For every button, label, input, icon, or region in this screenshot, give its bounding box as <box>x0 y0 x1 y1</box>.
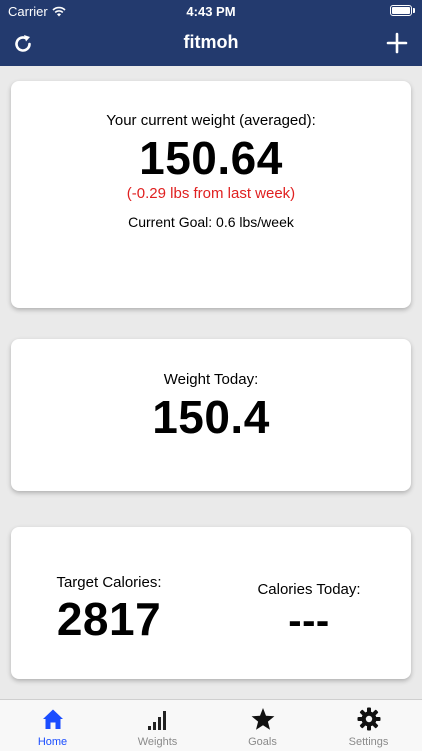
current-weight-label: Your current weight (averaged): <box>106 112 316 129</box>
weight-change-text: (-0.29 lbs from last week) <box>126 185 296 202</box>
tab-bar: Home Weights Goals Settings <box>0 699 422 751</box>
signal-bars-icon <box>147 711 166 730</box>
current-goal-text: Current Goal: 0.6 lbs/week <box>128 214 294 230</box>
weight-today-card: Weight Today: 150.4 <box>11 339 411 491</box>
tab-settings[interactable]: Settings <box>315 700 422 751</box>
tab-home-label: Home <box>37 736 68 748</box>
calories-today-section: Calories Today: --- <box>229 581 389 644</box>
plus-icon[interactable] <box>384 30 410 56</box>
tab-weights-label: Weights <box>137 736 178 748</box>
status-bar: Carrier 4:43 PM <box>0 0 422 22</box>
tab-settings-label: Settings <box>348 736 389 748</box>
target-calories-label: Target Calories: <box>56 574 162 591</box>
status-time: 4:43 PM <box>186 4 236 19</box>
calories-today-value: --- <box>288 599 330 643</box>
target-calories-section: Target Calories: 2817 <box>29 574 189 646</box>
tab-goals-label: Goals <box>248 736 277 748</box>
nav-bar: fitmoh <box>0 22 422 66</box>
calories-card: Target Calories: 2817 Calories Today: --… <box>11 527 411 679</box>
home-icon <box>42 709 63 729</box>
current-weight-value: 150.64 <box>139 132 283 184</box>
app-title: fitmoh <box>183 32 239 52</box>
calories-today-label: Calories Today: <box>257 581 361 598</box>
current-weight-card: Your current weight (averaged): 150.64 (… <box>11 81 411 308</box>
star-icon <box>251 708 274 730</box>
weight-today-label: Weight Today: <box>163 371 259 388</box>
tab-home[interactable]: Home <box>0 700 105 751</box>
battery-icon <box>390 5 415 16</box>
tab-goals[interactable]: Goals <box>210 700 315 751</box>
target-calories-value: 2817 <box>56 593 162 645</box>
gear-icon <box>357 707 380 731</box>
weight-today-value: 150.4 <box>152 391 270 443</box>
tab-weights[interactable]: Weights <box>105 700 210 751</box>
